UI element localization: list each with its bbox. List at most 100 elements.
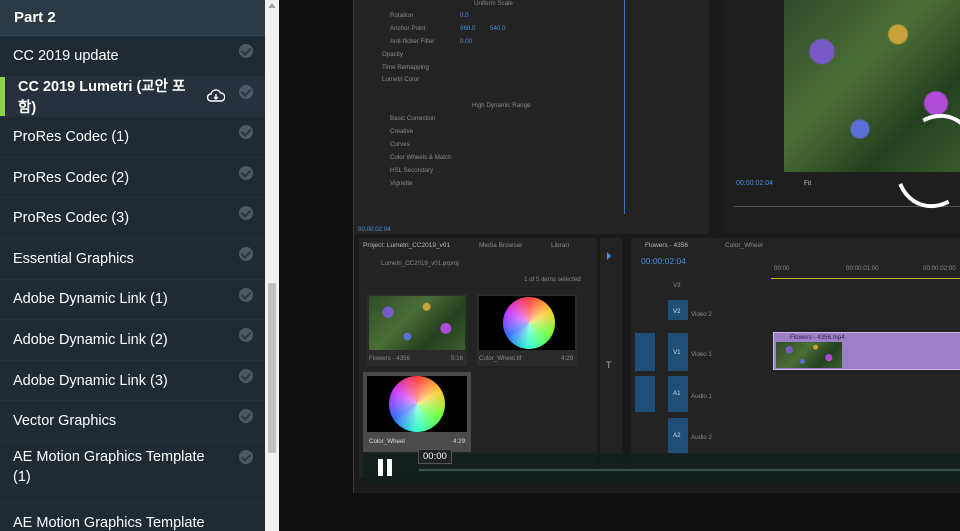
completed-check-icon xyxy=(239,246,253,261)
project-item[interactable]: Flowers - 4356 5:16 xyxy=(367,294,467,366)
selection-count: 1 of 5 items selected xyxy=(524,276,581,283)
track-label: V1 xyxy=(673,349,681,356)
completed-check-icon xyxy=(239,449,253,464)
item-name: Color_Wheel xyxy=(369,438,405,445)
pause-button[interactable] xyxy=(377,459,395,477)
player-controls: 00:00 xyxy=(363,449,960,483)
ec-row-creative: Creative xyxy=(390,128,414,135)
sequence-tab[interactable]: Flowers - 4356 xyxy=(645,242,688,249)
track-label: A2 xyxy=(673,432,681,439)
app-root: Part 2 CC 2019 update CC 2019 Lumetri (교… xyxy=(0,0,960,531)
completed-check-icon xyxy=(239,409,253,424)
item-duration: 5:16 xyxy=(451,355,464,362)
ec-row-rotation: Rotation xyxy=(390,12,414,19)
lesson-label: Essential Graphics xyxy=(13,250,134,267)
program-timecode: 00:00:02:04 xyxy=(736,180,773,187)
source-patch-a1[interactable] xyxy=(635,376,655,412)
track-name: Video 1 xyxy=(691,351,712,358)
track-label: V3 xyxy=(673,282,681,289)
lesson-item-active[interactable]: CC 2019 Lumetri (교안 포함) xyxy=(0,76,265,118)
rotation-value[interactable]: 0.0 xyxy=(460,12,469,19)
color-wheel-tab[interactable]: Color_Wheel xyxy=(725,242,763,249)
ruler-tick: 00:00 xyxy=(774,265,790,272)
libraries-tab[interactable]: Librari xyxy=(551,242,569,249)
scrollbar-thumb[interactable] xyxy=(268,283,276,453)
item-name: Flowers - 4356 xyxy=(369,355,410,362)
anti-flicker-value[interactable]: 0.00 xyxy=(460,38,472,45)
timeline-timecode: 00:00:02:04 xyxy=(641,256,686,266)
ec-playhead xyxy=(624,0,625,214)
premiere-screen: Uniform Scale Rotation 0.0 Anchor Point … xyxy=(353,0,960,493)
item-name: Color_Wheel.tif xyxy=(479,355,522,362)
track-label: A1 xyxy=(673,390,681,397)
lesson-label: AE Motion Graphics Template xyxy=(13,514,205,531)
completed-check-icon xyxy=(239,206,253,221)
lesson-item[interactable]: AE Motion Graphics Template xyxy=(0,503,265,531)
video-player[interactable]: Uniform Scale Rotation 0.0 Anchor Point … xyxy=(279,0,960,531)
project-item[interactable]: Color_Wheel.tif 4:29 xyxy=(477,294,577,366)
lesson-item[interactable]: Essential Graphics xyxy=(0,239,265,280)
ec-row-vignette: Vignette xyxy=(390,180,413,187)
fit-select[interactable]: Fit xyxy=(804,180,811,187)
completed-check-icon xyxy=(239,287,253,302)
lesson-label: ProRes Codec (2) xyxy=(13,169,130,186)
work-area-bar xyxy=(771,278,960,279)
lesson-label: Adobe Dynamic Link (2) xyxy=(13,331,168,348)
completed-check-icon xyxy=(239,328,253,343)
selection-tool-icon[interactable] xyxy=(607,252,611,260)
ec-row-hsl-secondary: HSL Secondary xyxy=(390,167,434,174)
completed-check-icon xyxy=(239,165,253,180)
completed-check-icon xyxy=(239,44,253,58)
type-tool-icon[interactable]: T xyxy=(606,360,612,370)
lesson-item[interactable]: ProRes Codec (2) xyxy=(0,158,265,199)
project-panel: Project: Lumetri_CC2019_v01 Media Browse… xyxy=(359,238,597,478)
lesson-label: Adobe Dynamic Link (1) xyxy=(13,291,168,308)
flowers-thumbnail xyxy=(369,296,465,350)
sidebar-scrollbar[interactable] xyxy=(265,0,279,531)
seek-bar[interactable] xyxy=(419,469,960,471)
clip-name: Flowers - 4356.mp4 xyxy=(790,334,845,341)
section-title: Part 2 xyxy=(0,0,265,36)
lesson-item[interactable]: CC 2019 update xyxy=(0,36,265,77)
color-wheel-thumbnail xyxy=(389,376,445,432)
timeline-panel: Flowers - 4356 Color_Wheel 00:00:02:04 0… xyxy=(631,238,960,478)
ec-row-curves: Curves xyxy=(390,141,410,148)
lesson-item[interactable]: Vector Graphics xyxy=(0,401,265,442)
source-patch-v1[interactable] xyxy=(635,333,655,371)
lesson-item[interactable]: AE Motion Graphics Template (1) xyxy=(0,442,265,503)
ec-row-anti-flicker: Anti-flicker Filter xyxy=(390,38,435,45)
project-tab[interactable]: Project: Lumetri_CC2019_v01 xyxy=(363,242,450,249)
media-browser-tab[interactable]: Media Browser xyxy=(479,242,522,249)
cloud-download-icon[interactable] xyxy=(206,89,226,103)
lesson-item[interactable]: Adobe Dynamic Link (2) xyxy=(0,320,265,361)
project-item-selected[interactable]: Color_Wheel 4:29 xyxy=(363,372,471,452)
anchor-y-value[interactable]: 540.0 xyxy=(490,25,505,32)
ec-row-color-wheels: Color Wheels & Match xyxy=(390,154,452,161)
lesson-label: CC 2019 update xyxy=(13,47,119,64)
lesson-label: ProRes Codec (3) xyxy=(13,210,130,227)
pause-bar-left xyxy=(378,459,383,476)
lesson-label: AE Motion Graphics Template (1) xyxy=(13,448,205,485)
lesson-label: Adobe Dynamic Link (3) xyxy=(13,372,168,389)
current-time-tooltip: 00:00 xyxy=(418,449,452,464)
track-label: V2 xyxy=(673,308,681,315)
ec-row-uniform-scale: Uniform Scale xyxy=(474,0,513,7)
ruler-tick: 00:00:02:00 xyxy=(923,265,956,272)
project-file-name: Lumetri_CC2019_v01.prproj xyxy=(381,260,459,267)
lesson-item[interactable]: Adobe Dynamic Link (3) xyxy=(0,361,265,402)
lesson-item[interactable]: ProRes Codec (3) xyxy=(0,198,265,239)
lesson-label: Vector Graphics xyxy=(13,413,117,430)
ec-row-time-remapping: Time Remapping xyxy=(382,64,429,71)
ec-row-anchor-point: Anchor Point xyxy=(390,25,426,32)
color-wheel-thumbnail xyxy=(503,297,555,349)
lesson-label: CC 2019 Lumetri (교안 포함) xyxy=(18,79,186,117)
video-clip[interactable]: Flowers - 4356.mp4 xyxy=(773,332,960,370)
ec-row-opacity: Opacity xyxy=(382,51,403,58)
lesson-item[interactable]: ProRes Codec (1) xyxy=(0,117,265,158)
track-name: Audio 2 xyxy=(691,434,712,441)
anchor-x-value[interactable]: 960.0 xyxy=(460,25,475,32)
scroll-up-arrow-icon[interactable] xyxy=(268,3,276,8)
lesson-item[interactable]: Adobe Dynamic Link (1) xyxy=(0,280,265,321)
ec-row-lumetri-color: Lumetri Color xyxy=(382,76,420,83)
completed-check-icon xyxy=(239,84,253,99)
